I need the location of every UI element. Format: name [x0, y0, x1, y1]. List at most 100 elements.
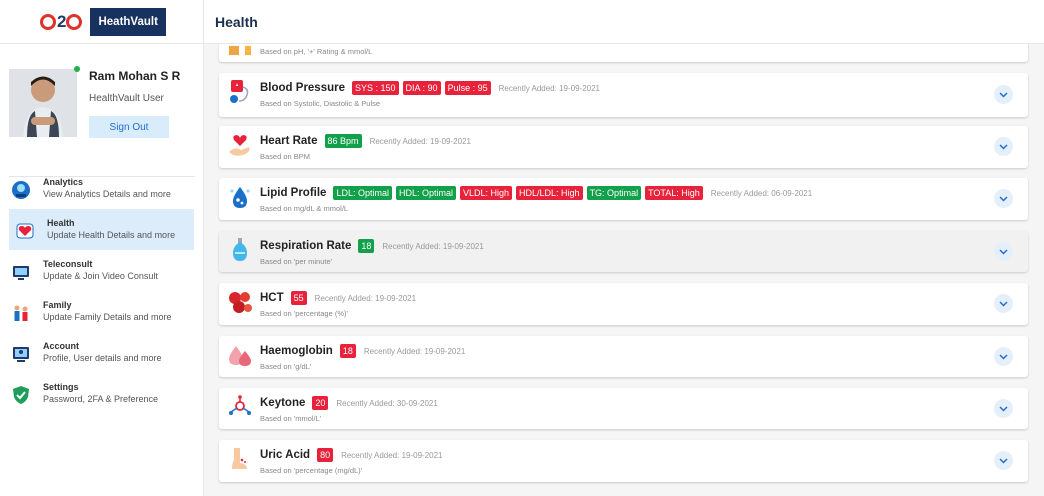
badge: 20	[312, 396, 329, 410]
partial-card[interactable]: Based on pH, '+' Rating & mmol/L	[219, 44, 1028, 62]
card-title: Keytone	[260, 397, 306, 409]
recent-date: Recently Added: 19-09-2021	[341, 450, 443, 460]
recent-date: Recently Added: 06-09-2021	[710, 188, 813, 198]
sidebar-nav: Analytics View Analytics Details and more…	[0, 168, 204, 414]
badge: 18	[358, 239, 375, 253]
badge: LDL: Optimal	[333, 186, 392, 200]
health-list: Based on pH, '+' Rating & mmol/L Blood P…	[204, 44, 1044, 496]
card-subtitle: Based on 'per minute'	[260, 257, 333, 266]
test-strip-icon	[229, 46, 239, 55]
a2z-logo[interactable]: 2	[40, 12, 83, 32]
badge: TG: Optimal	[586, 186, 642, 200]
card-title: Haemoglobin	[260, 345, 333, 357]
chevron-down-icon[interactable]	[994, 85, 1013, 104]
health-card-hct[interactable]: HCT 55 Recently Added: 19-09-2021 Based …	[219, 283, 1028, 325]
badge: Pulse : 95	[444, 81, 491, 95]
health-card-respiration-rate[interactable]: Respiration Rate 18 Recently Added: 19-0…	[219, 231, 1028, 272]
card-subtitle: Based on 'mmol/L'	[260, 414, 322, 423]
healthvault-logo[interactable]: HeathVault	[90, 7, 166, 36]
chevron-down-icon[interactable]	[994, 347, 1013, 366]
badge: SYS : 150	[352, 81, 399, 95]
chevron-down-icon[interactable]	[994, 451, 1013, 470]
health-card-heart-rate[interactable]: Heart Rate 86 Bpm Recently Added: 19-09-…	[219, 126, 1028, 168]
haemoglobin-icon	[227, 342, 253, 368]
card-subtitle: Based on mg/dL & mmol/L	[260, 204, 349, 213]
badge: HDL: Optimal	[395, 186, 456, 200]
chevron-down-icon[interactable]	[994, 189, 1013, 208]
sign-out-button[interactable]: Sign Out	[89, 116, 169, 138]
badge: VLDL: High	[460, 186, 513, 200]
badge: TOTAL: High	[645, 186, 703, 200]
nav-subtitle: Update Health Details and more	[47, 230, 176, 240]
health-card-keytone[interactable]: Keytone 20 Recently Added: 30-09-2021 Ba…	[219, 388, 1028, 429]
respiration-icon	[227, 237, 253, 263]
card-subtitle: Based on 'percentage (%)'	[260, 309, 348, 318]
nav-title: Health	[47, 218, 75, 228]
nav-subtitle: Profile, User details and more	[43, 353, 162, 363]
test-tube-icon	[245, 46, 251, 55]
health-card-haemoglobin[interactable]: Haemoglobin 18 Recently Added: 19-09-202…	[219, 336, 1028, 377]
nav-title: Family	[43, 300, 72, 310]
card-title: Blood Pressure	[260, 82, 345, 94]
chevron-down-icon[interactable]	[994, 137, 1013, 156]
nav-subtitle: Password, 2FA & Preference	[43, 394, 159, 404]
recent-date: Recently Added: 19-09-2021	[314, 293, 417, 303]
recent-date: Recently Added: 19-09-2021	[363, 346, 466, 356]
badge: 18	[339, 344, 356, 358]
keytone-icon	[227, 394, 253, 420]
chevron-down-icon[interactable]	[994, 399, 1013, 418]
nav-subtitle: View Analytics Details and more	[43, 189, 171, 199]
card-subtitle: Based on 'g/dL'	[260, 362, 312, 371]
card-subtitle: Based on 'percentage (mg/dL)'	[260, 466, 363, 475]
family-icon	[9, 301, 33, 325]
sidebar-item-teleconsult[interactable]: Teleconsult Update & Join Video Consult	[0, 250, 204, 291]
nav-title: Teleconsult	[43, 259, 93, 269]
page-title: Health	[215, 13, 258, 30]
sidebar-item-analytics[interactable]: Analytics View Analytics Details and more	[0, 168, 204, 209]
sidebar-item-account[interactable]: Account Profile, User details and more	[0, 332, 204, 373]
card-subtitle: Based on Systolic, Diastolic & Pulse	[260, 99, 381, 108]
app: 2 HeathVault Ram Mohan S R HealthVault U…	[0, 0, 1044, 496]
health-card-lipid-profile[interactable]: Lipid Profile LDL: Optimal HDL: Optimal …	[219, 178, 1028, 220]
heart-rate-icon	[227, 132, 253, 158]
recent-date: Recently Added: 19-09-2021	[498, 83, 600, 93]
settings-icon	[9, 383, 33, 407]
nav-subtitle: Update & Join Video Consult	[43, 271, 158, 281]
lipid-profile-icon	[227, 184, 253, 210]
card-subtitle: Based on BPM	[260, 152, 311, 161]
blood-pressure-icon	[227, 79, 253, 105]
account-icon	[9, 342, 33, 366]
nav-title: Settings	[43, 382, 79, 392]
profile-role: HealthVault User	[89, 93, 164, 104]
sidebar-item-family[interactable]: Family Update Family Details and more	[0, 291, 204, 332]
health-card-uric-acid[interactable]: Uric Acid 80 Recently Added: 19-09-2021 …	[219, 440, 1028, 482]
badge: 86 Bpm	[324, 134, 362, 148]
badge: HDL/LDL: High	[516, 186, 583, 200]
card-title: Lipid Profile	[260, 187, 327, 199]
sidebar-item-health[interactable]: Health Update Health Details and more	[9, 209, 194, 250]
sidebar: 2 HeathVault Ram Mohan S R HealthVault U…	[0, 0, 204, 496]
avatar	[9, 69, 77, 137]
brand: 2 HeathVault	[0, 0, 203, 44]
recent-date: Recently Added: 19-09-2021	[369, 136, 471, 146]
card-title: HCT	[260, 292, 284, 304]
card-title: Respiration Rate	[260, 240, 352, 252]
health-icon	[13, 219, 37, 243]
page-header: Health	[204, 0, 1044, 44]
chevron-down-icon[interactable]	[994, 242, 1013, 261]
badge: DIA : 90	[402, 81, 441, 95]
hct-icon	[227, 289, 253, 315]
nav-title: Analytics	[43, 177, 84, 187]
chevron-down-icon[interactable]	[994, 294, 1013, 313]
recent-date: Recently Added: 30-09-2021	[336, 398, 438, 408]
health-card-blood-pressure[interactable]: Blood Pressure SYS : 150 DIA : 90 Pulse …	[219, 73, 1028, 117]
online-status-dot	[74, 66, 80, 72]
card-title: Uric Acid	[260, 449, 311, 461]
card-title: Heart Rate	[260, 135, 318, 147]
badge: 80	[317, 448, 334, 462]
profile-card: Ram Mohan S R HealthVault User Sign Out	[0, 44, 203, 177]
profile-name: Ram Mohan S R	[89, 69, 181, 83]
nav-title: Account	[43, 341, 79, 351]
uric-acid-icon	[227, 446, 253, 472]
sidebar-item-settings[interactable]: Settings Password, 2FA & Preference	[0, 373, 204, 414]
